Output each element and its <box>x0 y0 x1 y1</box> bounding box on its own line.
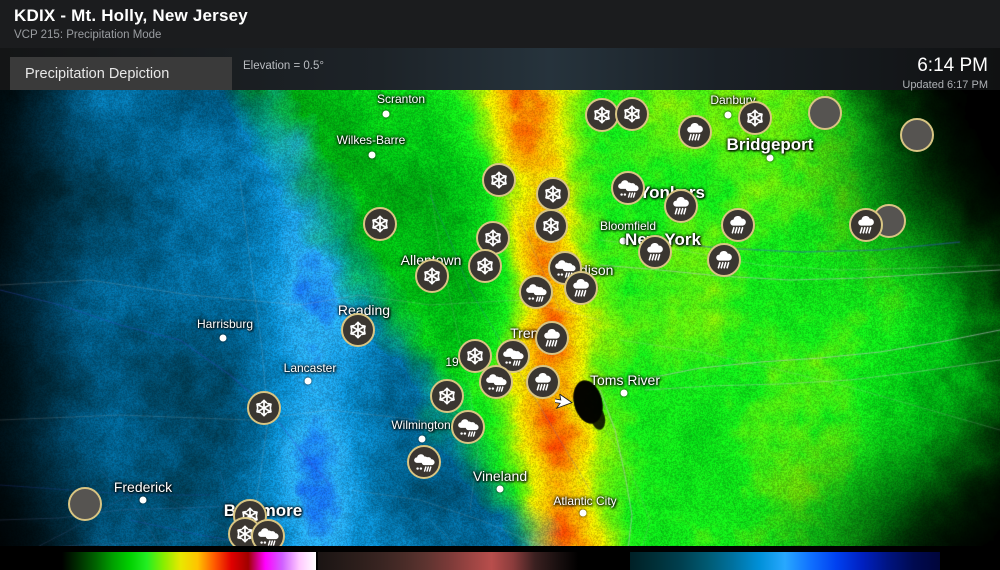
weather-station-mix-icon[interactable] <box>251 519 285 546</box>
city-dot <box>418 435 426 443</box>
weather-station-mix-icon[interactable] <box>519 275 553 309</box>
title-bar: KDIX - Mt. Holly, New Jersey VCP 215: Pr… <box>0 0 1000 48</box>
updated-time: Updated 6:17 PM <box>902 79 988 91</box>
weather-station-snow-icon[interactable] <box>738 101 772 135</box>
color-scale-bar <box>0 546 1000 570</box>
vcp-mode-label: VCP 215: Precipitation Mode <box>14 29 162 41</box>
weather-station-rain-icon[interactable] <box>535 321 569 355</box>
weather-station-rain-icon[interactable] <box>638 235 672 269</box>
radar-application: KDIX - Mt. Holly, New Jersey VCP 215: Pr… <box>0 0 1000 570</box>
city-dot <box>382 110 390 118</box>
weather-station-snow-icon[interactable] <box>430 379 464 413</box>
weather-station-mix-icon[interactable] <box>611 171 645 205</box>
elevation-label: Elevation = 0.5° <box>243 60 324 72</box>
city-dot <box>304 377 312 385</box>
weather-station-snow-icon[interactable] <box>468 249 502 283</box>
radar-map[interactable]: ScrantonWilkes-BarreDanburyBridgeportYon… <box>0 90 1000 546</box>
weather-station-mix-icon[interactable] <box>451 410 485 444</box>
weather-station-snow-icon[interactable] <box>482 163 516 197</box>
weather-station-none-icon[interactable] <box>808 96 842 130</box>
rain-scale <box>62 552 316 570</box>
weather-station-none-icon[interactable] <box>68 487 102 521</box>
city-dot <box>619 237 627 245</box>
precipitation-depiction-button[interactable]: Precipitation Depiction <box>10 57 232 90</box>
weather-station-mix-icon[interactable] <box>407 445 441 479</box>
snow-scale <box>630 552 940 570</box>
radar-reflectivity-layer <box>0 90 1000 546</box>
weather-station-rain-icon[interactable] <box>849 208 883 242</box>
weather-station-rain-icon[interactable] <box>526 365 560 399</box>
weather-station-rain-icon[interactable] <box>664 189 698 223</box>
toolbar: Precipitation Depiction <box>0 48 1000 90</box>
city-dot <box>368 151 376 159</box>
weather-station-snow-icon[interactable] <box>363 207 397 241</box>
weather-station-snow-icon[interactable] <box>534 209 568 243</box>
station-title: KDIX - Mt. Holly, New Jersey <box>14 6 248 25</box>
weather-station-snow-icon[interactable] <box>536 177 570 211</box>
city-dot <box>724 111 732 119</box>
city-dot <box>139 496 147 504</box>
mixed-scale <box>318 552 600 570</box>
weather-station-rain-icon[interactable] <box>721 208 755 242</box>
weather-station-none-icon[interactable] <box>900 118 934 152</box>
weather-station-snow-icon[interactable] <box>247 391 281 425</box>
city-dot <box>496 485 504 493</box>
weather-station-rain-icon[interactable] <box>707 243 741 277</box>
weather-station-snow-icon[interactable] <box>415 259 449 293</box>
city-dot <box>766 154 774 162</box>
weather-station-rain-icon[interactable] <box>564 271 598 305</box>
city-dot <box>219 334 227 342</box>
current-time: 6:14 PM <box>917 55 988 76</box>
weather-station-rain-icon[interactable] <box>678 115 712 149</box>
city-dot <box>620 389 628 397</box>
weather-station-snow-icon[interactable] <box>615 97 649 131</box>
city-dot <box>579 509 587 517</box>
weather-station-snow-icon[interactable] <box>341 313 375 347</box>
weather-station-snow-icon[interactable] <box>585 98 619 132</box>
weather-station-mix-icon[interactable] <box>479 365 513 399</box>
